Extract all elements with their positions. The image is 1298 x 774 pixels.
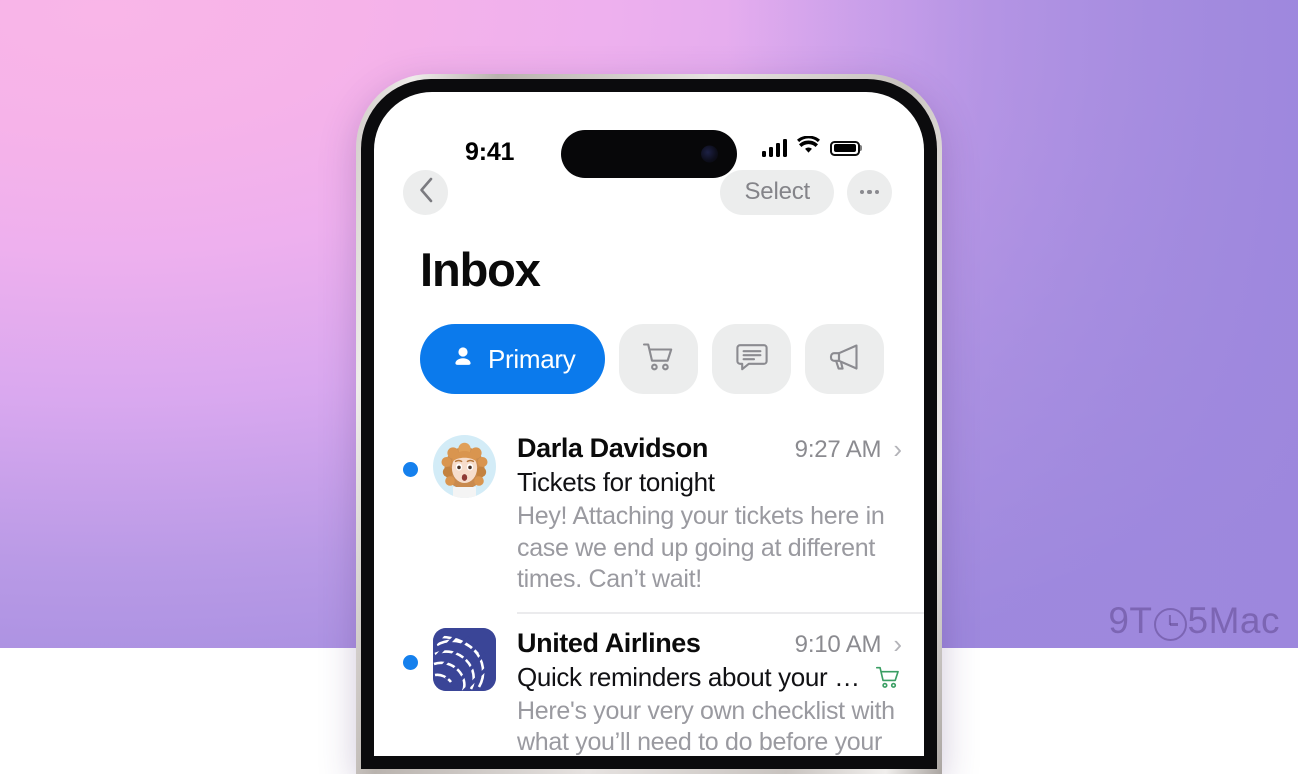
phone-bezel: 9:41 Select Inbox Primary Darla Davidson… bbox=[361, 79, 937, 769]
united-airlines-logo-icon bbox=[433, 627, 496, 691]
filter-tab-primary[interactable]: Primary bbox=[420, 324, 606, 394]
cellular-signal-icon bbox=[761, 139, 787, 157]
email-subject-line: Quick reminders about your upcoming... bbox=[517, 662, 902, 693]
more-options-button[interactable] bbox=[847, 169, 892, 215]
status-bar: 9:41 bbox=[374, 92, 924, 178]
iphone-device: 9:41 Select Inbox Primary Darla Davidson… bbox=[356, 74, 942, 774]
email-time: 9:27 AM bbox=[794, 436, 882, 463]
unread-indicator-dot bbox=[403, 462, 418, 477]
page-title: Inbox bbox=[420, 243, 541, 296]
chevron-right-icon[interactable]: › bbox=[893, 631, 902, 657]
battery-full-icon bbox=[830, 140, 860, 156]
email-header-line: Darla Davidson 9:27 AM › bbox=[517, 433, 902, 464]
watermark-suffix: 5Mac bbox=[1187, 600, 1280, 641]
email-subject: Quick reminders about your upcoming... bbox=[517, 661, 865, 692]
memoji-avatar-icon bbox=[433, 435, 496, 498]
email-subject: Tickets for tonight bbox=[517, 467, 715, 497]
filter-tab-updates[interactable] bbox=[712, 324, 792, 394]
category-filter-row: Primary bbox=[374, 297, 924, 394]
email-content: Darla Davidson 9:27 AM › Tickets for ton… bbox=[517, 419, 924, 612]
email-content: United Airlines 9:10 AM › Quick reminder… bbox=[517, 611, 924, 757]
email-time: 9:10 AM bbox=[794, 630, 882, 658]
email-preview: Hey! Attaching your tickets here in case… bbox=[517, 502, 885, 593]
email-sender: United Airlines bbox=[517, 627, 701, 658]
avatar bbox=[433, 627, 496, 691]
chat-bubble-icon bbox=[735, 341, 769, 378]
filter-tab-primary-label: Primary bbox=[488, 343, 576, 374]
select-button[interactable]: Select bbox=[720, 169, 834, 215]
email-row[interactable]: Darla Davidson 9:27 AM › Tickets for ton… bbox=[374, 419, 924, 612]
email-preview: Here's your very own checklist with what… bbox=[517, 696, 895, 757]
select-button-label: Select bbox=[744, 178, 810, 205]
chevron-left-icon bbox=[418, 177, 434, 208]
unread-indicator-dot bbox=[403, 654, 418, 670]
chevron-right-icon[interactable]: › bbox=[893, 436, 902, 462]
megaphone-icon bbox=[828, 341, 862, 378]
avatar bbox=[433, 435, 496, 498]
watermark-prefix: 9T bbox=[1108, 600, 1153, 641]
shopping-cart-icon bbox=[642, 341, 676, 378]
shopping-cart-icon bbox=[875, 665, 902, 690]
filter-tab-transactions[interactable] bbox=[619, 324, 699, 394]
email-list: Darla Davidson 9:27 AM › Tickets for ton… bbox=[374, 419, 924, 756]
back-button[interactable] bbox=[403, 169, 448, 215]
phone-screen: 9:41 Select Inbox Primary Darla Davidson… bbox=[374, 92, 924, 756]
navigation-bar: Select bbox=[374, 156, 924, 228]
email-sender: Darla Davidson bbox=[517, 433, 708, 463]
clock-icon bbox=[1153, 607, 1187, 641]
email-subject-line: Tickets for tonight bbox=[517, 467, 902, 498]
watermark-9to5mac: 9T 5Mac bbox=[1108, 600, 1280, 642]
nav-right-group: Select bbox=[720, 169, 892, 215]
ellipsis-icon bbox=[859, 189, 880, 195]
person-icon bbox=[450, 344, 476, 375]
filter-tab-promotions[interactable] bbox=[805, 324, 885, 394]
email-header-line: United Airlines 9:10 AM › bbox=[517, 628, 902, 659]
email-row[interactable]: United Airlines 9:10 AM › Quick reminder… bbox=[374, 611, 924, 757]
